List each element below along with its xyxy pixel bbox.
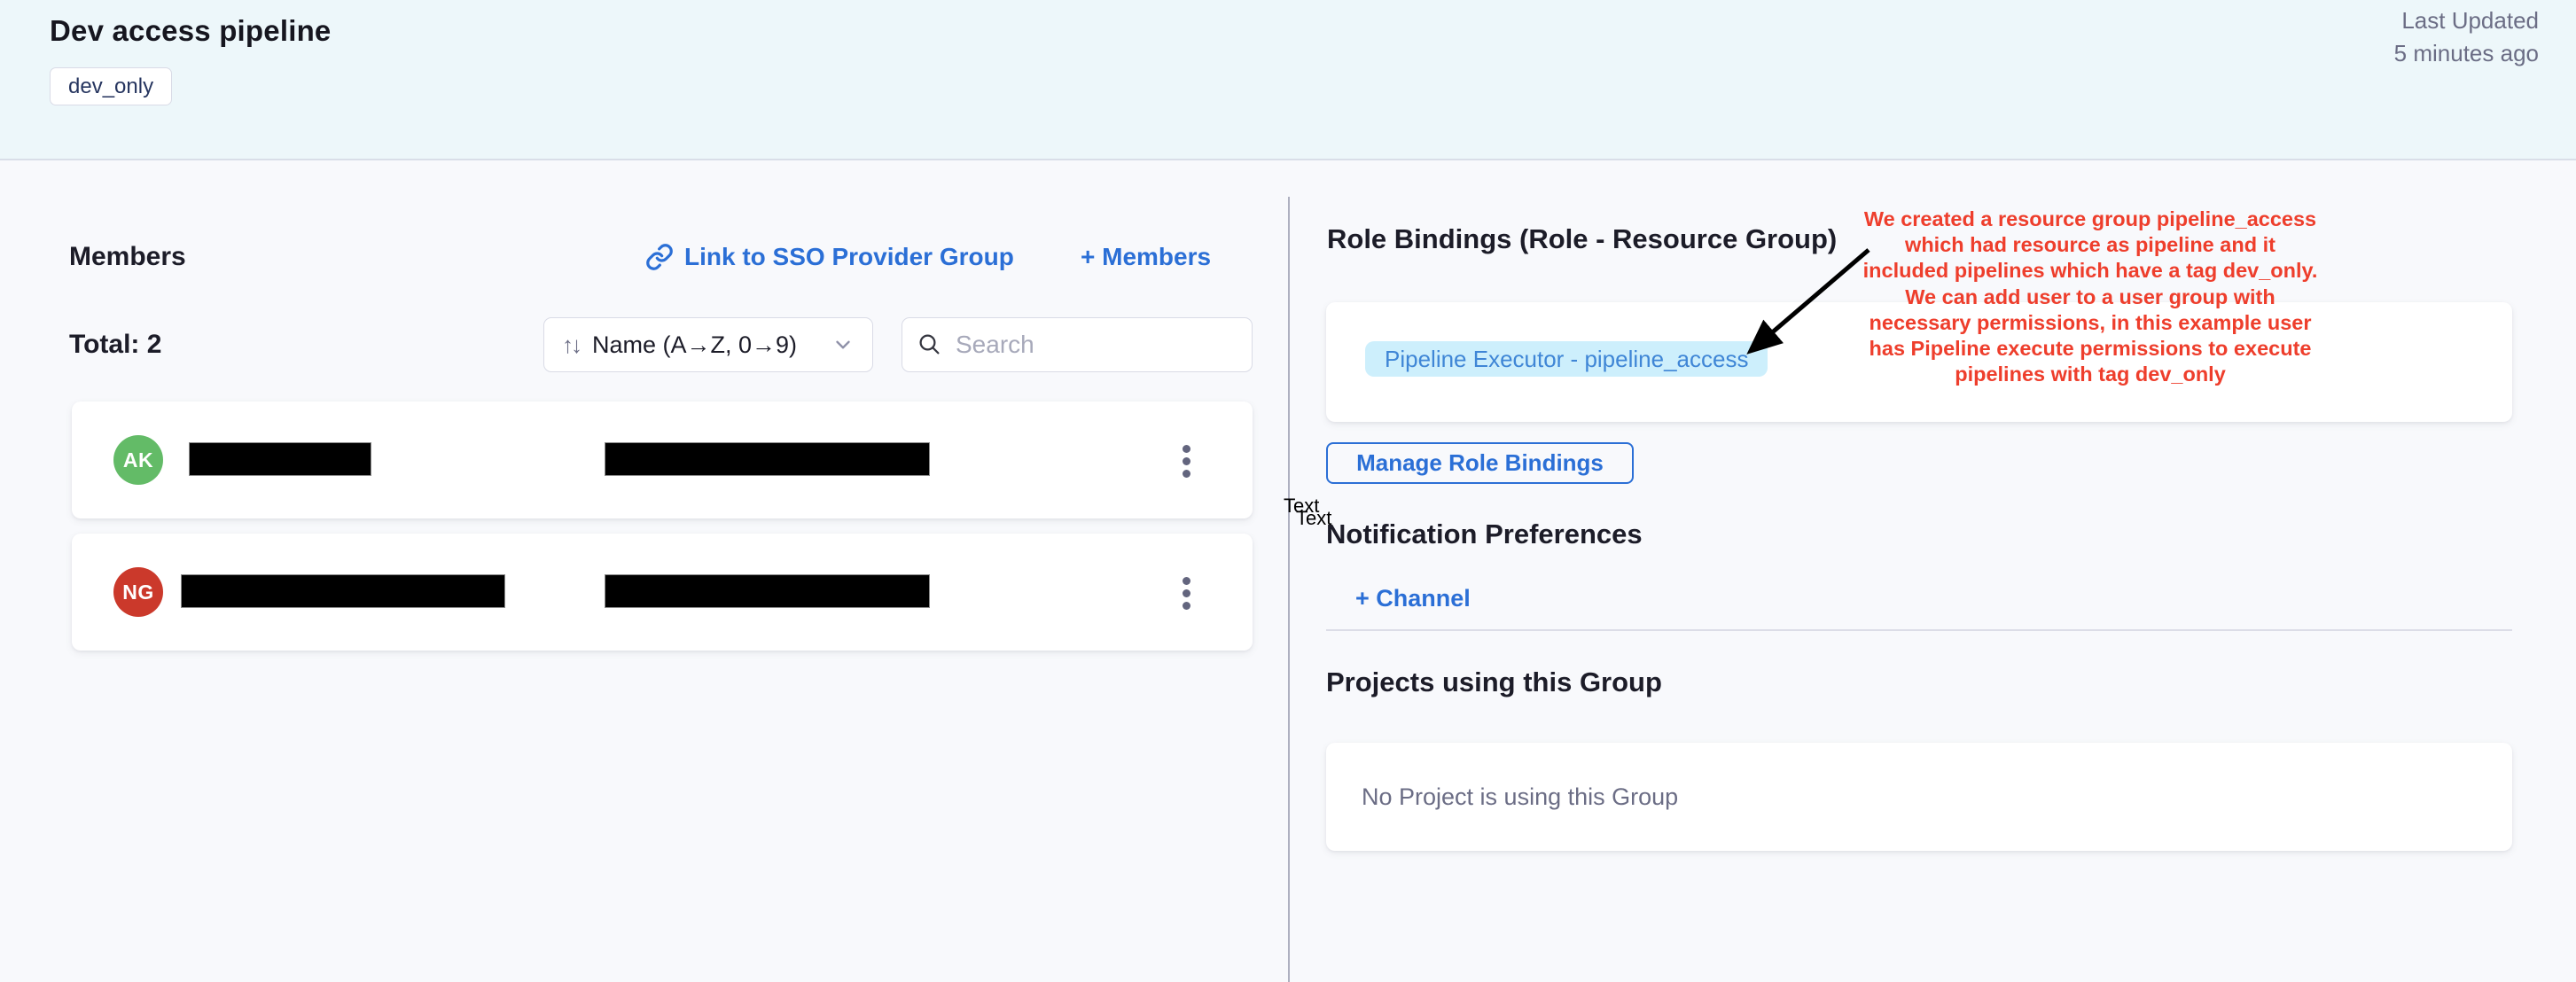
link-to-sso-button[interactable]: Link to SSO Provider Group xyxy=(645,243,1014,271)
redacted-member-name xyxy=(189,442,371,476)
redacted-member-email xyxy=(605,574,930,608)
members-heading: Members xyxy=(69,242,186,272)
page-title: Dev access pipeline xyxy=(50,14,331,48)
projects-heading: Projects using this Group xyxy=(1326,666,1662,698)
panel-divider xyxy=(1288,197,1290,982)
chevron-down-icon xyxy=(831,333,855,356)
group-tag: dev_only xyxy=(50,67,172,105)
projects-card: No Project is using this Group xyxy=(1326,743,2512,851)
annotation-note: We created a resource group pipeline_acc… xyxy=(1851,207,2330,387)
member-row-1: AK xyxy=(72,401,1253,518)
projects-empty-message: No Project is using this Group xyxy=(1362,783,1678,811)
annotation-arrow-icon xyxy=(1729,235,1879,368)
last-updated-value: 5 minutes ago xyxy=(2394,37,2539,70)
notifications-divider xyxy=(1326,629,2512,631)
last-updated: Last Updated 5 minutes ago xyxy=(2394,4,2539,70)
sort-selected-option: Name (A→Z, 0→9) xyxy=(592,331,797,359)
manage-role-bindings-button[interactable]: Manage Role Bindings xyxy=(1326,442,1634,484)
link-to-sso-label: Link to SSO Provider Group xyxy=(684,243,1014,271)
add-members-button[interactable]: + Members xyxy=(1081,243,1211,271)
sort-arrows-icon: ↑↓ xyxy=(562,331,580,359)
last-updated-label: Last Updated xyxy=(2394,4,2539,37)
member-options-menu[interactable] xyxy=(1175,445,1198,478)
link-icon xyxy=(645,243,674,271)
page-header: Dev access pipeline dev_only Last Update… xyxy=(0,0,2576,160)
search-icon xyxy=(917,331,943,358)
search-input[interactable] xyxy=(956,331,1237,359)
member-row-2: NG xyxy=(72,534,1253,651)
redacted-member-name xyxy=(181,574,505,608)
sort-dropdown[interactable]: ↑↓ Name (A→Z, 0→9) xyxy=(543,317,873,372)
avatar: AK xyxy=(113,435,163,485)
add-channel-button[interactable]: + Channel xyxy=(1355,585,1471,612)
member-options-menu[interactable] xyxy=(1175,577,1198,610)
search-box xyxy=(902,317,1253,372)
role-binding-chip: Pipeline Executor - pipeline_access xyxy=(1365,341,1768,377)
notification-preferences-heading: Notification Preferences xyxy=(1326,518,1643,550)
avatar: NG xyxy=(113,567,163,617)
redacted-member-email xyxy=(605,442,930,476)
members-total: Total: 2 xyxy=(69,330,161,360)
